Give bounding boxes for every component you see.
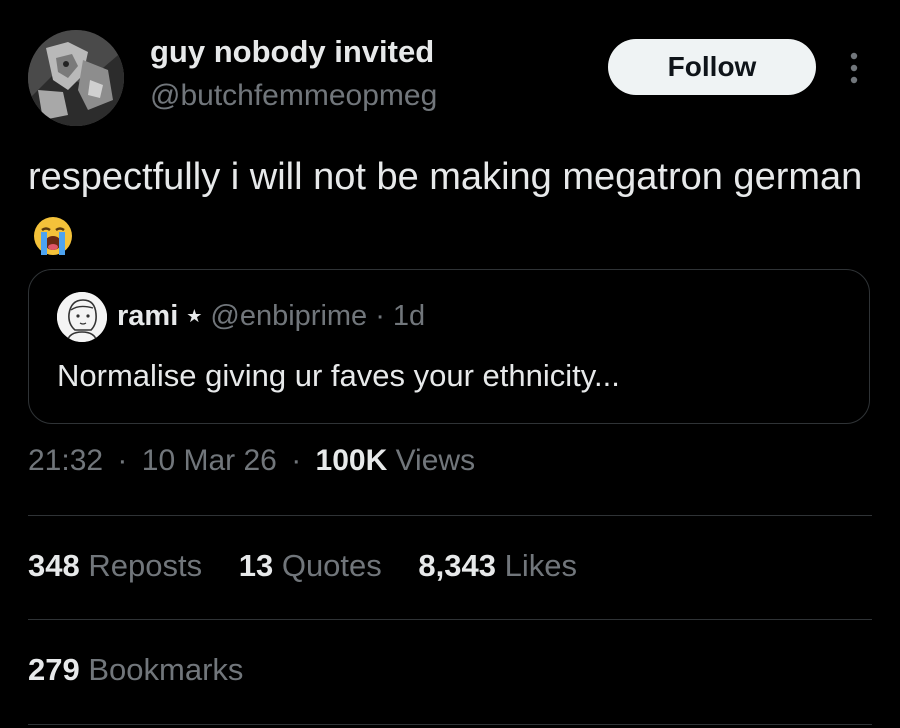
quote-author-avatar[interactable] [57,292,107,342]
star-icon: ★ [186,306,203,326]
bookmarks-label: Bookmarks [88,652,244,687]
author-name[interactable]: guy nobody invited [150,34,434,70]
tweet-text: respectfully i will not be making megatr… [28,148,868,274]
author-handle[interactable]: @butchfemmeopmeg [150,79,437,113]
tweet-time[interactable]: 21:32 [28,444,103,477]
quotes-stat[interactable]: 13 Quotes [239,548,382,584]
more-options-icon[interactable] [840,50,868,86]
views-count: 100K [315,444,388,477]
tweet-date[interactable]: 10 Mar 26 [142,444,277,477]
quote-text: Normalise giving ur faves your ethnicity… [57,358,620,393]
divider [28,515,872,516]
quote-header: rami ★ @enbiprime · 1d [117,300,425,333]
quotes-count: 13 [238,548,274,583]
quote-separator: · [375,300,385,332]
tweet-meta: 21:32 · 10 Mar 26 · 100K Views [28,444,475,478]
quote-author-name[interactable]: rami [117,300,178,333]
meta-separator: · [117,444,128,477]
likes-label: Likes [504,548,577,583]
meta-separator: · [291,444,302,477]
loudly-crying-face-icon [32,215,74,274]
divider [28,724,872,725]
follow-button[interactable]: Follow [608,39,816,95]
reposts-label: Reposts [88,548,203,583]
likes-count: 8,343 [418,548,496,583]
sketch-portrait-icon [57,292,107,342]
reposts-stat[interactable]: 348 Reposts [28,548,202,584]
likes-stat[interactable]: 8,343 Likes [418,548,577,584]
quotes-label: Quotes [281,548,382,583]
reposts-count: 348 [28,548,80,583]
quote-author-handle[interactable]: @enbiprime [210,300,367,333]
divider [28,619,872,620]
quote-age[interactable]: 1d [393,300,425,333]
quoted-tweet-card[interactable]: rami ★ @enbiprime · 1d Normalise giving … [28,269,870,424]
robot-avatar-icon [28,30,124,126]
engagement-stats: 348 Reposts 13 Quotes 8,343 Likes [28,548,605,584]
bookmarks-stat[interactable]: 279 Bookmarks [28,652,243,688]
bookmarks-count: 279 [28,652,80,687]
views-label: Views [395,444,476,477]
author-avatar[interactable] [28,30,124,126]
tweet-body: respectfully i will not be making megatr… [28,156,863,198]
